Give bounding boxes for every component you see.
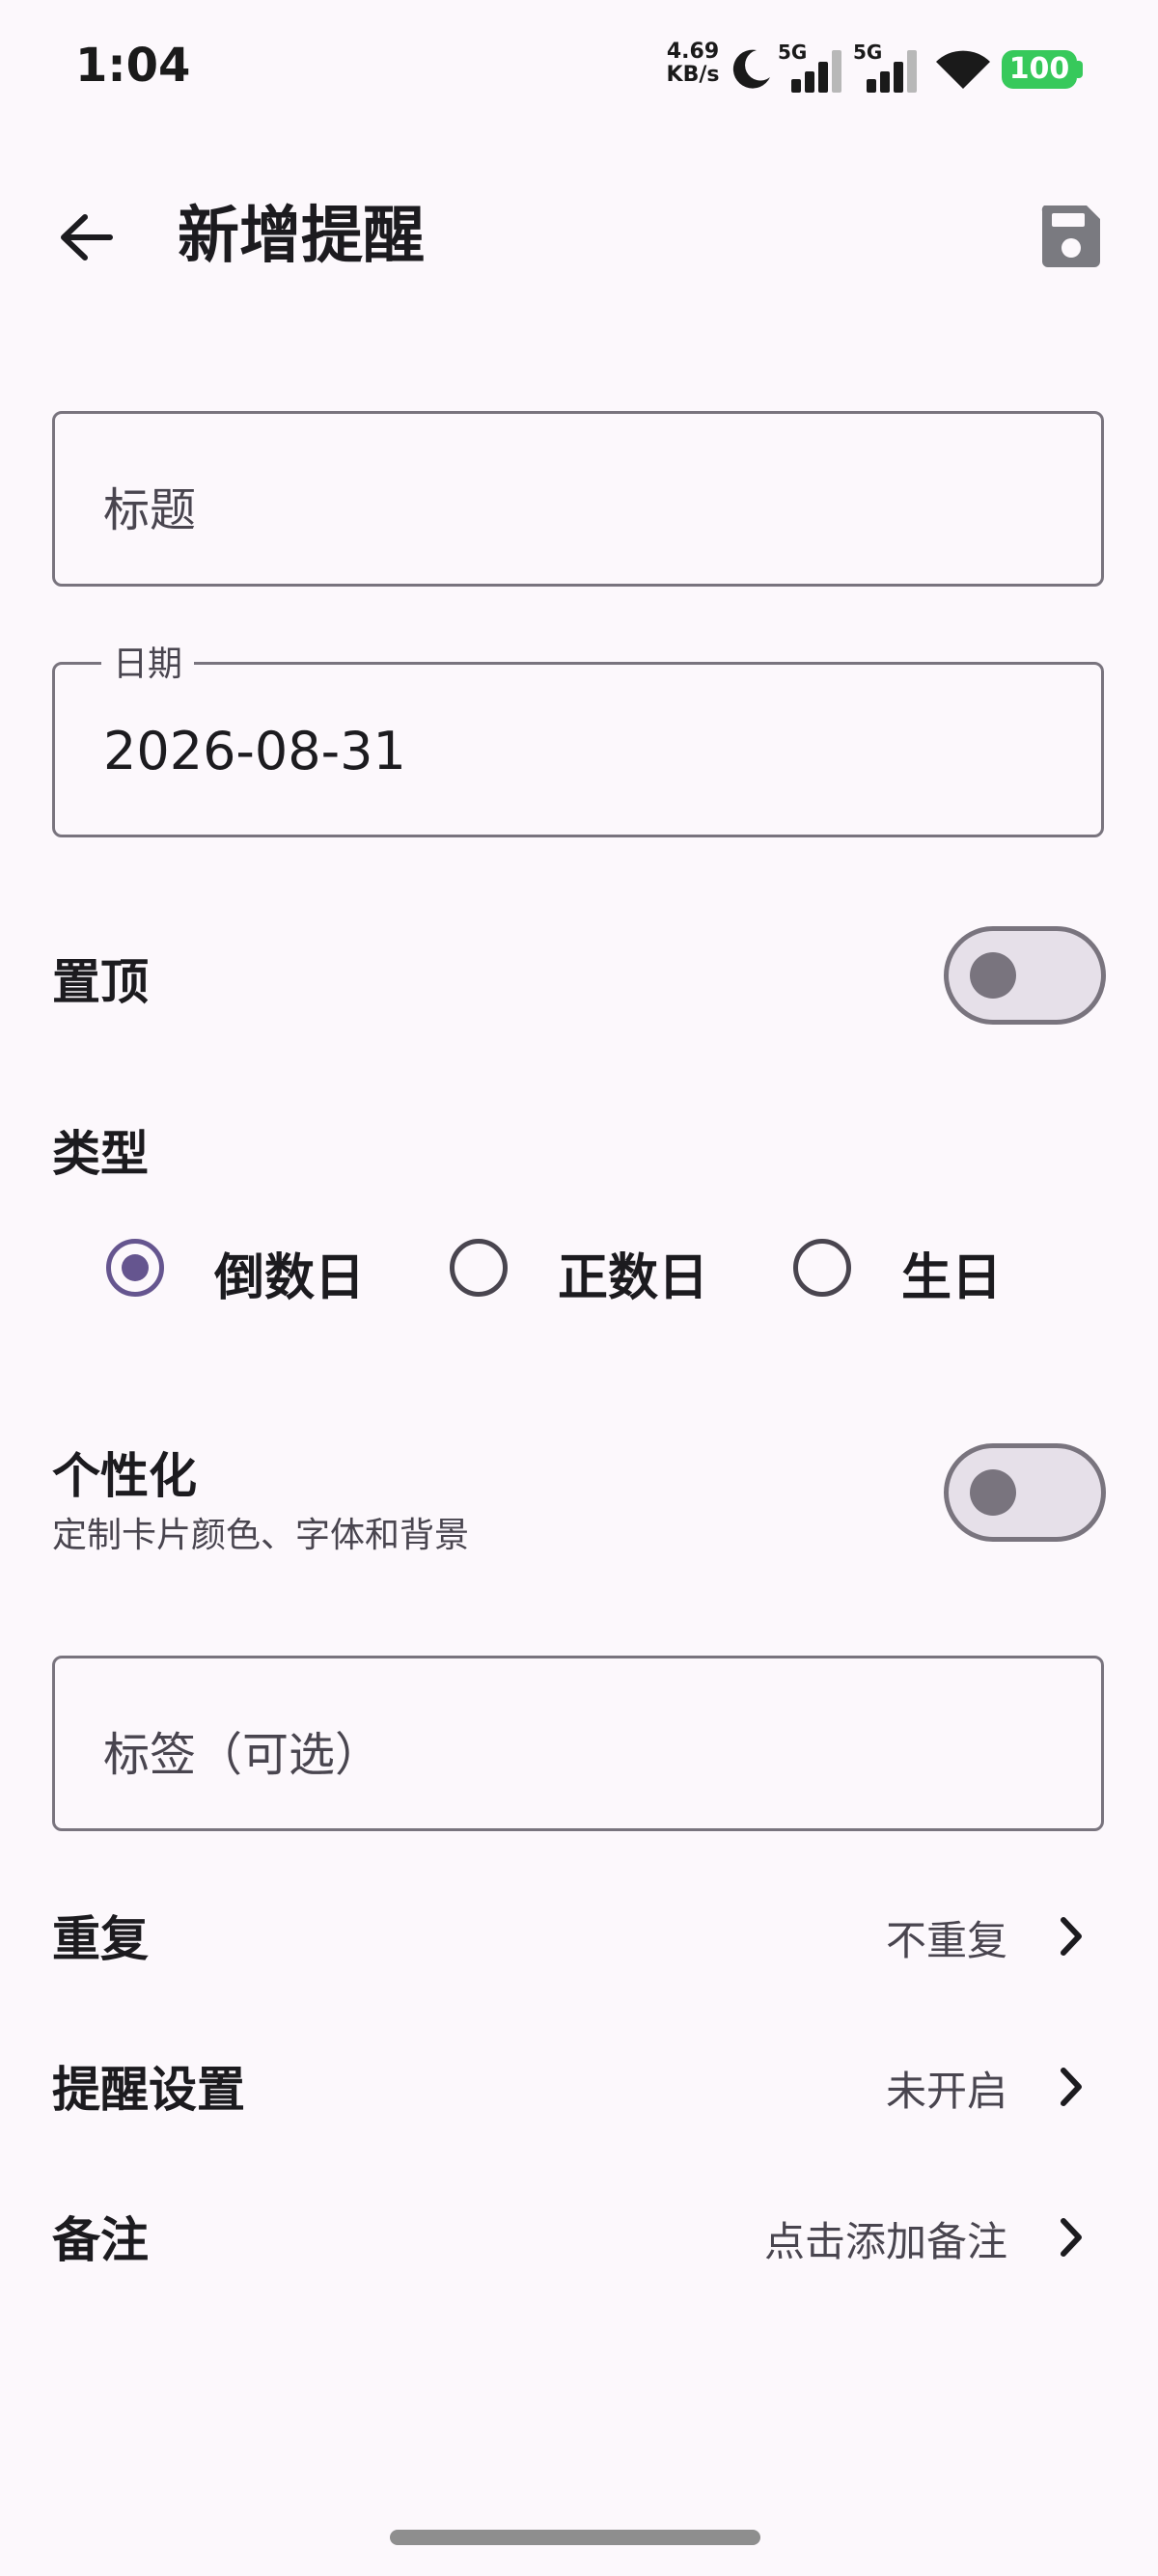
repeat-value: 不重复 <box>885 1917 1007 1964</box>
signal-type-label: 5G <box>853 41 883 64</box>
radio-unselected-icon <box>450 1239 508 1297</box>
arrow-left-icon <box>61 214 113 260</box>
repeat-label: 重复 <box>52 1911 149 1967</box>
reminder-settings-row[interactable]: 提醒设置 未开启 <box>0 2032 1158 2138</box>
save-icon <box>1041 206 1100 267</box>
reminder-settings-label: 提醒设置 <box>52 2062 245 2118</box>
personalize-toggle-knob <box>970 1469 1016 1516</box>
network-speed: 4.69 KB/s <box>666 41 720 87</box>
type-option-label: 倒数日 <box>214 1249 366 1307</box>
save-button[interactable] <box>1033 198 1110 275</box>
date-field-value: 2026-08-31 <box>103 721 406 781</box>
title-field-placeholder: 标题 <box>103 483 197 537</box>
note-value: 点击添加备注 <box>763 2218 1007 2265</box>
status-time: 1:04 <box>75 39 191 93</box>
tag-field-placeholder: 标签（可选） <box>103 1728 382 1782</box>
type-option-countdown[interactable]: 倒数日 <box>106 1237 376 1307</box>
type-option-label: 生日 <box>901 1249 1003 1307</box>
pin-toggle-knob <box>970 952 1016 999</box>
moon-icon <box>732 49 770 89</box>
date-field-label: 日期 <box>101 636 195 686</box>
chevron-right-icon <box>1061 1917 1082 1956</box>
type-label: 类型 <box>52 1126 149 1182</box>
reminder-settings-value: 未开启 <box>885 2068 1007 2115</box>
pin-label: 置顶 <box>52 954 149 1010</box>
type-option-birthday[interactable]: 生日 <box>793 1237 1025 1307</box>
personalize-subtitle: 定制卡片颜色、字体和背景 <box>52 1516 470 1555</box>
type-option-countup[interactable]: 正数日 <box>450 1237 720 1307</box>
signal-icon: 5G <box>778 41 847 95</box>
personalize-toggle[interactable] <box>944 1443 1106 1542</box>
radio-selected-icon <box>106 1239 164 1297</box>
chevron-right-icon <box>1061 2068 1082 2106</box>
tag-field[interactable]: 标签（可选） <box>52 1656 1104 1831</box>
battery-icon: 100 <box>1002 50 1077 89</box>
note-row[interactable]: 备注 点击添加备注 <box>0 2182 1158 2288</box>
pin-toggle[interactable] <box>944 926 1106 1025</box>
repeat-row[interactable]: 重复 不重复 <box>0 1881 1158 1987</box>
wifi-icon <box>936 50 990 89</box>
personalize-label: 个性化 <box>52 1448 197 1504</box>
type-option-label: 正数日 <box>558 1249 709 1307</box>
title-field[interactable]: 标题 <box>52 411 1104 587</box>
date-field[interactable]: 日期 2026-08-31 <box>52 636 1104 837</box>
radio-dot <box>122 1254 149 1281</box>
page-title: 新增提醒 <box>178 201 425 272</box>
back-button[interactable] <box>48 198 127 277</box>
signal-type-label: 5G <box>778 41 808 64</box>
chevron-right-icon <box>1061 2218 1082 2257</box>
network-speed-value: 4.69 <box>666 40 720 64</box>
gesture-navigation-handle[interactable] <box>390 2530 760 2545</box>
network-speed-unit: KB/s <box>666 63 720 87</box>
radio-unselected-icon <box>793 1239 851 1297</box>
signal-icon: 5G <box>853 41 923 95</box>
battery-tip <box>1077 61 1083 78</box>
note-label: 备注 <box>52 2212 149 2268</box>
